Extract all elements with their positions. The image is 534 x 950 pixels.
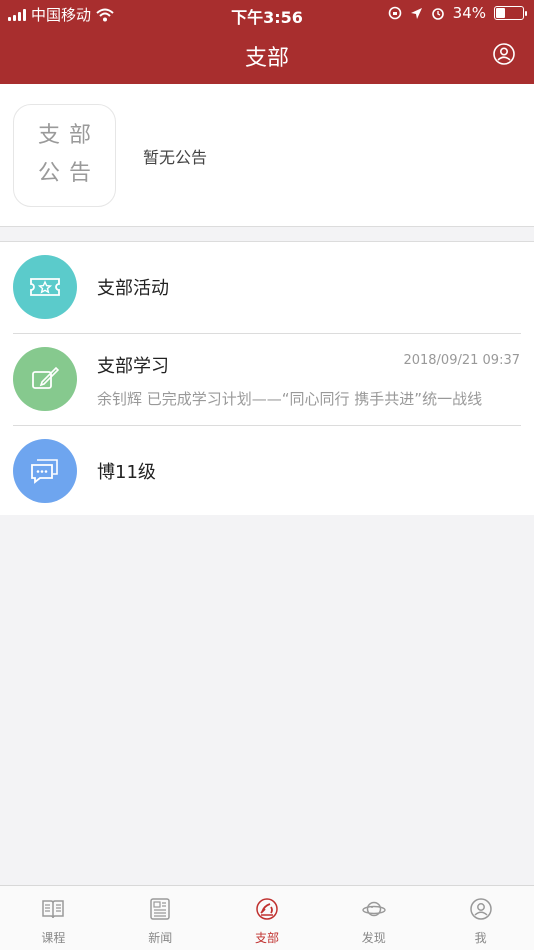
- nav-bar: 支部: [0, 28, 534, 84]
- list-item-time: 2018/09/21 09:37: [403, 353, 520, 368]
- status-bar: 中国移动 下午3:56 34%: [0, 0, 534, 28]
- tab-label: 我: [474, 931, 487, 945]
- announcement-card[interactable]: 支部 公告 暂无公告: [0, 84, 534, 227]
- list-item-title: 博11级: [97, 462, 156, 483]
- tab-label: 支部: [254, 931, 279, 945]
- list-item-study[interactable]: 支部学习 2018/09/21 09:37 余钊辉 已完成学习计划——“同心同行…: [0, 334, 534, 426]
- tab-news[interactable]: 新闻: [107, 886, 214, 950]
- newspaper-icon: [150, 898, 170, 920]
- edit-icon: [13, 347, 77, 411]
- rotation-lock-icon: [388, 6, 401, 20]
- book-icon: [42, 900, 65, 919]
- ticket-icon: [13, 255, 77, 319]
- list-item-class[interactable]: 博11级: [0, 426, 534, 518]
- tab-label: 课程: [41, 931, 66, 945]
- battery-percent: 34%: [452, 4, 486, 22]
- page-title: 支部: [244, 46, 289, 71]
- planet-icon: [362, 901, 386, 917]
- party-emblem-icon: [256, 898, 278, 920]
- branch-list: 支部活动 支部学习 2018/09/21 09:37 余钊辉 已完成学习计划——…: [0, 241, 534, 515]
- tab-discover[interactable]: 发现: [320, 886, 427, 950]
- location-icon: [410, 7, 422, 19]
- chat-icon: [13, 439, 77, 503]
- badge-line-2: 公告: [37, 161, 100, 186]
- list-item-preview: 余钊辉 已完成学习计划——“同心同行 携手共进”统一战线: [97, 390, 483, 408]
- profile-icon[interactable]: [492, 42, 516, 66]
- tab-label: 新闻: [148, 931, 173, 945]
- announcement-text: 暂无公告: [143, 148, 208, 167]
- list-item-activities[interactable]: 支部活动: [0, 242, 534, 334]
- announcement-badge: 支部 公告: [13, 104, 116, 207]
- tab-bar: 课程 新闻 支部 发现 我: [0, 885, 534, 950]
- battery-icon: [494, 6, 527, 20]
- list-item-title: 支部学习: [97, 356, 169, 377]
- user-icon: [469, 898, 492, 920]
- tab-courses[interactable]: 课程: [0, 886, 107, 950]
- list-item-title: 支部活动: [97, 278, 169, 299]
- tab-branch[interactable]: 支部: [214, 886, 321, 950]
- tab-me[interactable]: 我: [427, 886, 534, 950]
- badge-line-1: 支部: [37, 123, 100, 148]
- status-right: 34%: [388, 4, 527, 22]
- alarm-icon: [431, 8, 444, 20]
- tab-label: 发现: [361, 931, 386, 945]
